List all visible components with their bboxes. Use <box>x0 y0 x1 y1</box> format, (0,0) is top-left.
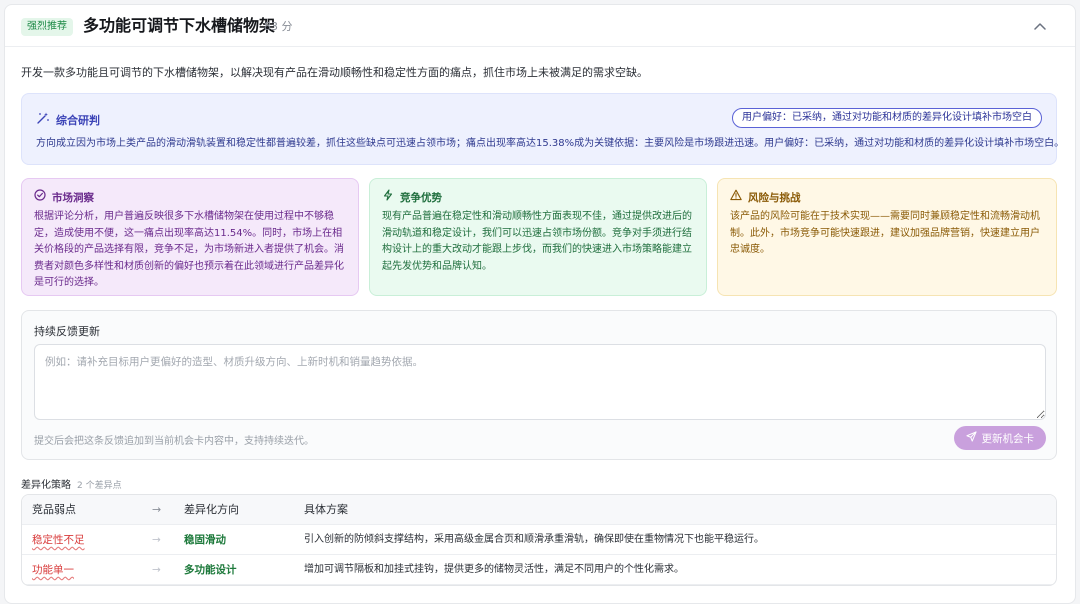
feedback-panel: 持续反馈更新 提交后会把这条反馈追加到当前机会卡内容中，支持持续迭代。 更新机会… <box>21 310 1057 460</box>
plan-cell: 引入创新的防倾斜支撑结构，采用高级金属合页和顺滑承重滑轨，确保即使在重物情况下也… <box>304 534 764 545</box>
table-row: 功能单一 → 多功能设计 增加可调节隔板和加挂式挂钩，提供更多的储物灵活性，满足… <box>22 555 1056 585</box>
magic-wand-icon <box>36 111 50 128</box>
insight-body: 根据评论分析，用户普遍反映很多下水槽储物架在使用过程中不够稳定，造成使用不便，这… <box>34 211 344 288</box>
opportunity-card: 强烈推荐 多功能可调节下水槽储物架 83 分 开发一款多功能且可调节的下水槽储物… <box>4 4 1076 604</box>
weakness-cell: 稳定性不足 <box>32 534 85 546</box>
preference-pill: 用户偏好：已采纳，通过对功能和材质的差异化设计填补市场空白 <box>732 108 1042 128</box>
send-icon <box>965 431 977 445</box>
insight-card-market: 市场洞察 根据评论分析，用户普遍反映很多下水槽储物架在使用过程中不够稳定，造成使… <box>21 178 359 296</box>
score-label: 83 分 <box>264 20 293 33</box>
direction-cell: 多功能设计 <box>184 564 237 576</box>
table-header-row: 竞品弱点 → 差异化方向 具体方案 <box>22 495 1056 525</box>
arrow-cell: → <box>152 534 161 546</box>
card-title: 多功能可调节下水槽储物架 <box>83 16 276 35</box>
insight-card-advantage: 竞争优势 现有产品普遍在稳定性和滑动顺畅性方面表现不佳，通过提供改进后的滑动轨道… <box>369 178 707 296</box>
update-card-label: 更新机会卡 <box>981 432 1035 445</box>
strategy-header: 差异化策略 2 个差异点 <box>21 476 122 491</box>
strategy-table: 竞品弱点 → 差异化方向 具体方案 稳定性不足 → 稳固滑动 引入创新的防倾斜支… <box>21 494 1057 586</box>
target-check-icon <box>34 189 46 206</box>
insight-title: 竞争优势 <box>400 191 442 204</box>
direction-cell: 稳固滑动 <box>184 534 226 546</box>
synthesis-body: 方向成立因为市场上类产品的滑动滑轨装置和稳定性都普遍较差，抓住这些缺点可迅速占领… <box>36 138 1065 149</box>
column-header: 差异化方向 <box>184 503 239 516</box>
insight-card-risk: 风险与挑战 该产品的风险可能在于技术实现——需要同时兼顾稳定性和流畅滑动机制。此… <box>717 178 1057 296</box>
insight-body: 现有产品普遍在稳定性和滑动顺畅性方面表现不佳，通过提供改进后的滑动轨道和稳定设计… <box>382 211 692 272</box>
recommend-badge: 强烈推荐 <box>21 18 73 36</box>
update-card-button[interactable]: 更新机会卡 <box>953 426 1046 450</box>
column-header: 具体方案 <box>304 503 348 516</box>
insight-body: 该产品的风险可能在于技术实现——需要同时兼顾稳定性和流畅滑动机制。此外，市场竞争… <box>730 211 1040 255</box>
feedback-textarea[interactable] <box>34 344 1046 420</box>
arrow-cell: → <box>152 564 161 576</box>
synthesis-panel: 综合研判 用户偏好：已采纳，通过对功能和材质的差异化设计填补市场空白 方向成立因… <box>21 93 1065 165</box>
card-header[interactable]: 强烈推荐 多功能可调节下水槽储物架 83 分 <box>5 5 1075 47</box>
insight-title: 市场洞察 <box>52 191 94 204</box>
synthesis-header: 综合研判 <box>36 111 100 128</box>
plan-cell: 增加可调节隔板和加挂式挂钩，提供更多的储物灵活性，满足不同用户的个性化需求。 <box>304 564 684 575</box>
column-header-arrow: → <box>152 503 162 516</box>
insight-title: 风险与挑战 <box>748 191 801 204</box>
intro-text: 开发一款多功能且可调节的下水槽储物架，以解决现有产品在滑动顺畅性和稳定性方面的痛… <box>21 66 648 79</box>
table-row: 稳定性不足 → 稳固滑动 引入创新的防倾斜支撑结构，采用高级金属合页和顺滑承重滑… <box>22 525 1056 555</box>
strategy-count: 2 个差异点 <box>77 481 122 491</box>
strategy-title: 差异化策略 <box>21 480 71 491</box>
feedback-hint: 提交后会把这条反馈追加到当前机会卡内容中，支持持续迭代。 <box>34 436 314 447</box>
synthesis-title: 综合研判 <box>56 113 100 127</box>
feedback-label: 持续反馈更新 <box>34 325 100 338</box>
collapse-chevron-icon[interactable] <box>1031 17 1049 35</box>
weakness-cell: 功能单一 <box>32 564 74 576</box>
lightning-icon <box>382 189 394 206</box>
column-header: 竞品弱点 <box>32 503 76 516</box>
warning-icon <box>730 189 742 206</box>
